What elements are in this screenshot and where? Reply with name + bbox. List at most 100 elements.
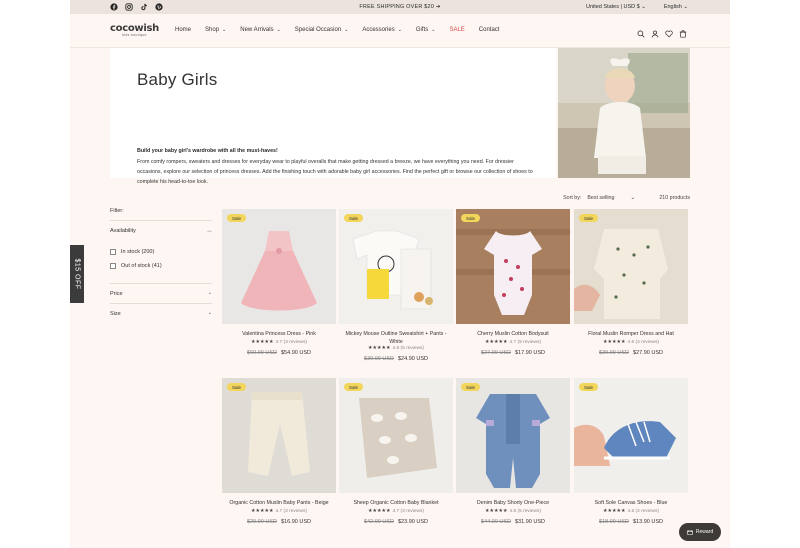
product-name[interactable]: Valentina Princess Dress - Pink	[222, 330, 336, 338]
rating-text: 4.6 (5 reviews)	[509, 509, 541, 514]
currency-selector[interactable]: United States | USD $ ⌄	[586, 4, 646, 10]
product-name[interactable]: Mickey Mouse Outline Sweatshirt + Pants …	[339, 330, 453, 346]
product-name[interactable]: Organic Cotton Muslin Baby Pants - Beige	[222, 499, 336, 507]
rating-text: 4.6 (4 reviews)	[627, 340, 659, 345]
rating-text: 4.6 (5 reviews)	[392, 346, 424, 351]
cart-icon[interactable]	[679, 25, 687, 38]
product-image[interactable]	[222, 378, 336, 493]
size-filter[interactable]: Size ⌄	[110, 303, 212, 323]
chevron-down-icon: ⌄	[431, 27, 436, 33]
product-name[interactable]: Soft Sole Canvas Shoes - Blue	[574, 499, 688, 507]
product-image[interactable]	[574, 209, 688, 324]
account-icon[interactable]	[651, 25, 659, 38]
wishlist-icon[interactable]	[665, 25, 673, 38]
product-name[interactable]: Denim Baby Shorty One-Piece	[456, 499, 570, 507]
nav-home-label: Home	[175, 27, 192, 33]
product-price: $69.99 USD $54.90 USD	[222, 350, 336, 356]
nav-new-arrivals-label: New Arrivals	[240, 27, 274, 33]
checkbox-box[interactable]	[110, 249, 116, 255]
product-image[interactable]	[456, 209, 570, 324]
product-name[interactable]: Cherry Muslin Cotton Bodysuit	[456, 330, 570, 338]
nav-sale[interactable]: SALE	[449, 27, 464, 33]
sale-badge: Sale	[344, 383, 364, 391]
sale-badge: Sale	[227, 214, 247, 222]
in-stock-checkbox[interactable]: In stock (200)	[110, 249, 154, 255]
product-image[interactable]	[339, 378, 453, 493]
rating-text: 4.7 (3 reviews)	[392, 509, 424, 514]
sale-badge: Sale	[579, 383, 599, 391]
nav-accessories[interactable]: Accessories ⌄	[362, 27, 402, 33]
nav-new-arrivals[interactable]: New Arrivals ⌄	[240, 27, 281, 33]
compare-price: $69.99 USD	[247, 350, 277, 356]
nav-sale-label: SALE	[449, 27, 465, 33]
hero-lead: Build your baby girl's wardrobe with all…	[137, 148, 278, 154]
rating-stars-icon: ★★★★★	[368, 509, 391, 514]
product-price: $27.99 USD $17.90 USD	[456, 350, 570, 356]
filter-title: Filter:	[110, 208, 124, 214]
size-toggle[interactable]: Size	[110, 311, 121, 317]
chevron-down-icon: ⌄	[344, 27, 349, 33]
nav-home[interactable]: Home	[175, 27, 191, 33]
sale-badge: Sale	[344, 214, 364, 222]
search-icon[interactable]	[637, 25, 645, 38]
chevron-down-icon[interactable]: ⌄	[208, 290, 212, 296]
product-rating: ★★★★★ 4.5 (2 reviews)	[574, 509, 688, 514]
availability-toggle[interactable]: Availability	[110, 228, 136, 234]
rating-stars-icon: ★★★★★	[603, 340, 626, 345]
sort-select[interactable]: Best selling ⌄	[587, 195, 645, 201]
nav-special-occasion-label: Special Occasion	[294, 27, 342, 33]
product-name[interactable]: Sheep Organic Cotton Baby Blanket	[339, 499, 453, 507]
reward-button[interactable]: Reward	[679, 523, 721, 541]
out-of-stock-label: Out of stock (41)	[121, 263, 162, 269]
nav-gifts-label: Gifts	[415, 27, 429, 33]
sale-badge: Sale	[461, 214, 481, 222]
product-rating: ★★★★★ 4.6 (5 reviews)	[339, 346, 453, 351]
rating-stars-icon: ★★★★★	[485, 340, 508, 345]
sort-value: Best selling	[587, 195, 615, 201]
sale-badge: Sale	[579, 214, 599, 222]
rating-stars-icon: ★★★★★	[485, 509, 508, 514]
reward-label: Reward	[695, 529, 714, 535]
product-image[interactable]	[339, 209, 453, 324]
sale-price: $27.90 USD	[633, 350, 663, 356]
product-price: $39.99 USD $24.90 USD	[339, 356, 453, 362]
nav-shop[interactable]: Shop ⌄	[205, 27, 226, 33]
product-image[interactable]	[222, 209, 336, 324]
language-selector[interactable]: English ⌄	[664, 4, 688, 10]
hero-image	[558, 48, 690, 178]
chevron-down-icon[interactable]: ⌄	[208, 310, 212, 316]
rating-stars-icon: ★★★★★	[603, 509, 626, 514]
sale-price: $16.90 USD	[281, 519, 311, 525]
price-toggle[interactable]: Price	[110, 291, 123, 297]
product-rating: ★★★★★ 4.6 (4 reviews)	[574, 340, 688, 345]
chevron-down-icon: ⌄	[222, 27, 227, 33]
product-image[interactable]	[574, 378, 688, 493]
compare-price: $42.99 USD	[364, 519, 394, 525]
product-price: $44.90 USD $31.90 USD	[456, 519, 570, 525]
product-rating: ★★★★★ 4.6 (5 reviews)	[456, 509, 570, 514]
logo[interactable]: cocowish kids boutique	[110, 23, 159, 37]
rating-stars-icon: ★★★★★	[251, 509, 274, 514]
product-count: 210 products	[659, 195, 690, 201]
discount-side-tab[interactable]: $15 OFF	[70, 245, 84, 303]
product-name[interactable]: Floral Muslin Romper Dress and Hat	[574, 330, 688, 338]
nav-gifts[interactable]: Gifts ⌄	[416, 27, 436, 33]
price-filter[interactable]: Price ⌄	[110, 283, 212, 303]
nav-shop-label: Shop	[205, 27, 220, 33]
compare-price: $39.99 USD	[364, 356, 394, 362]
chevron-up-icon[interactable]: ︿	[207, 227, 212, 234]
out-of-stock-checkbox[interactable]: Out of stock (41)	[110, 263, 162, 269]
nav-contact[interactable]: Contact	[479, 27, 500, 33]
checkbox-box[interactable]	[110, 263, 116, 269]
main-nav: Home Shop ⌄ New Arrivals ⌄ Special Occasio…	[175, 27, 513, 33]
rating-stars-icon: ★★★★★	[251, 340, 274, 345]
chevron-down-icon: ⌄	[630, 195, 635, 201]
announcement-bar: FREE SHIPPING OVER $20 ➔ United States |…	[70, 0, 730, 14]
product-image[interactable]	[456, 378, 570, 493]
discount-side-tab-label: $15 OFF	[73, 258, 81, 290]
product-price: $39.99 USD $27.90 USD	[574, 350, 688, 356]
gift-icon	[687, 530, 693, 535]
sale-price: $24.90 USD	[398, 356, 428, 362]
rating-stars-icon: ★★★★★	[368, 346, 391, 351]
nav-special-occasion[interactable]: Special Occasion ⌄	[295, 27, 349, 33]
